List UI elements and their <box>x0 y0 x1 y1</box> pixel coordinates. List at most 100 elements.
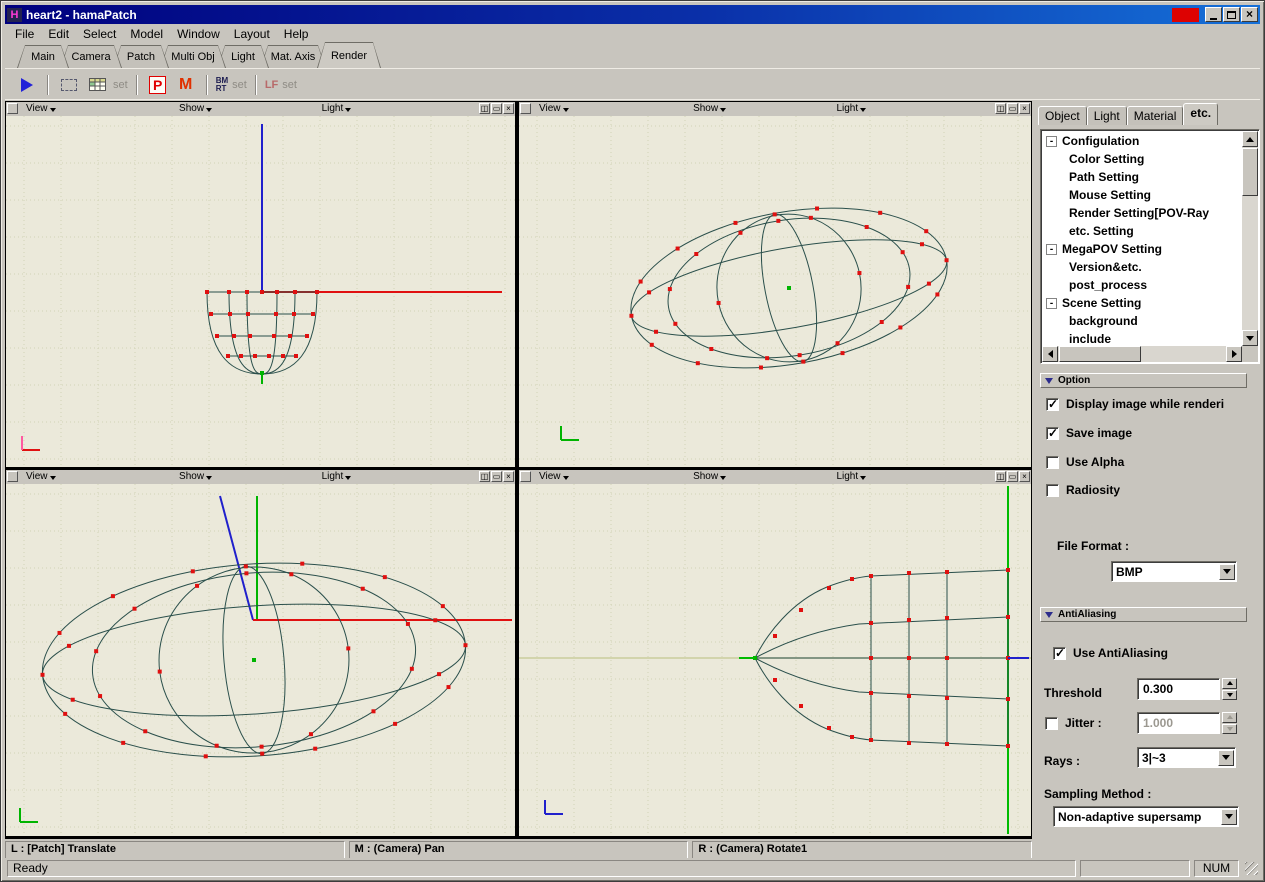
scroll-up-button[interactable] <box>1242 131 1258 147</box>
spin-up-button[interactable] <box>1222 678 1237 689</box>
viewport-split-button[interactable]: ◫ <box>479 103 490 114</box>
jitter-input[interactable]: 1.000 <box>1137 712 1220 734</box>
dropdown-button[interactable] <box>1219 564 1235 580</box>
tree-item-background[interactable]: background <box>1043 312 1242 330</box>
file-format-select[interactable]: BMP <box>1111 561 1237 582</box>
viewport-maximize-button[interactable]: ▭ <box>1007 471 1018 482</box>
tree-item-color-setting[interactable]: Color Setting <box>1043 150 1242 168</box>
viewport-close-button[interactable]: × <box>503 103 514 114</box>
panel-tab-etc[interactable]: etc. <box>1183 103 1218 125</box>
viewport-show-menu[interactable]: Show <box>179 102 212 115</box>
viewport-show-menu[interactable]: Show <box>179 470 212 483</box>
tree-item-include[interactable]: include <box>1043 330 1242 346</box>
viewport-view-menu[interactable]: View <box>26 470 56 483</box>
viewport-light-menu[interactable]: Light <box>836 470 866 483</box>
tree-item-version-etc-[interactable]: Version&etc. <box>1043 258 1242 276</box>
checkbox[interactable] <box>1046 398 1059 411</box>
spin-down-button[interactable] <box>1222 724 1237 735</box>
tab-camera[interactable]: Camera <box>60 45 122 68</box>
dropdown-button[interactable] <box>1218 750 1234 766</box>
menu-item-window[interactable]: Window <box>170 26 227 42</box>
scroll-left-button[interactable] <box>1042 346 1058 362</box>
title-bar[interactable]: H heart2 - hamaPatch × <box>5 5 1260 24</box>
viewport-split-button[interactable]: ◫ <box>995 103 1006 114</box>
menu-item-layout[interactable]: Layout <box>227 26 277 42</box>
tree-item-path-setting[interactable]: Path Setting <box>1043 168 1242 186</box>
tree-vertical-scrollbar[interactable] <box>1242 131 1258 346</box>
viewport-light-menu[interactable]: Light <box>836 102 866 115</box>
spin-up-button[interactable] <box>1222 712 1237 723</box>
checkbox[interactable] <box>1046 427 1059 440</box>
checkbox[interactable] <box>1046 484 1059 497</box>
lf-button[interactable]: LF <box>265 79 278 91</box>
viewport-canvas-front[interactable] <box>6 116 515 467</box>
tree-expander-icon[interactable]: - <box>1046 244 1057 255</box>
viewport-show-menu[interactable]: Show <box>693 102 726 115</box>
tab-multi-obj[interactable]: Multi Obj <box>160 45 226 68</box>
render-start-button[interactable] <box>15 74 39 96</box>
viewport-mode-button[interactable] <box>520 471 531 482</box>
tab-render[interactable]: Render <box>317 42 381 68</box>
viewport-canvas-top[interactable] <box>6 484 515 836</box>
megapov-button[interactable]: M <box>174 74 198 96</box>
bm-rt-button[interactable]: BM RT <box>216 77 228 93</box>
dropdown-button[interactable] <box>1221 809 1237 825</box>
checkbox[interactable] <box>1046 456 1059 469</box>
set-label-3[interactable]: set <box>282 79 297 91</box>
panel-tab-object[interactable]: Object <box>1038 106 1087 125</box>
viewport-show-menu[interactable]: Show <box>693 470 726 483</box>
menu-item-model[interactable]: Model <box>123 26 170 42</box>
minimize-button[interactable] <box>1205 7 1222 22</box>
viewport-maximize-button[interactable]: ▭ <box>491 103 502 114</box>
viewport-mode-button[interactable] <box>520 103 531 114</box>
rays-select[interactable]: 3|~3 <box>1137 747 1236 768</box>
tree-item-etc-setting[interactable]: etc. Setting <box>1043 222 1242 240</box>
viewport-mode-button[interactable] <box>7 471 18 482</box>
tree-item-configulation[interactable]: -Configulation <box>1043 132 1242 150</box>
viewport-view-menu[interactable]: View <box>26 102 56 115</box>
scroll-right-button[interactable] <box>1226 346 1242 362</box>
viewport-view-menu[interactable]: View <box>539 470 569 483</box>
jitter-checkbox[interactable] <box>1045 717 1058 730</box>
close-button[interactable]: × <box>1241 7 1258 22</box>
tree-expander-icon[interactable]: - <box>1046 136 1057 147</box>
antialiasing-section-header[interactable]: AntiAliasing <box>1040 607 1247 622</box>
resize-grip[interactable] <box>1245 862 1258 875</box>
vertical-scroll-thumb[interactable] <box>1242 148 1258 196</box>
tree-item-scene-setting[interactable]: -Scene Setting <box>1043 294 1242 312</box>
menu-item-file[interactable]: File <box>8 26 41 42</box>
panel-tab-material[interactable]: Material <box>1127 106 1184 125</box>
spin-down-button[interactable] <box>1222 690 1237 701</box>
viewport-light-menu[interactable]: Light <box>322 470 352 483</box>
panel-tab-light[interactable]: Light <box>1087 106 1127 125</box>
viewport-split-button[interactable]: ◫ <box>479 471 490 482</box>
tab-patch[interactable]: Patch <box>113 45 169 68</box>
viewport-canvas-side[interactable] <box>519 484 1031 836</box>
tab-mat-axis[interactable]: Mat. Axis <box>260 45 326 68</box>
menu-item-select[interactable]: Select <box>76 26 123 42</box>
option-section-header[interactable]: Option <box>1040 373 1247 388</box>
threshold-input[interactable]: 0.300 <box>1137 678 1220 700</box>
viewport-close-button[interactable]: × <box>503 471 514 482</box>
tree-item-mouse-setting[interactable]: Mouse Setting <box>1043 186 1242 204</box>
set-label-2[interactable]: set <box>232 79 247 91</box>
use-antialiasing-checkbox[interactable] <box>1053 647 1066 660</box>
scroll-down-button[interactable] <box>1242 330 1258 346</box>
viewport-view-menu[interactable]: View <box>539 102 569 115</box>
tree-item-render-setting-pov-ray[interactable]: Render Setting[POV-Ray <box>1043 204 1242 222</box>
tree-item-megapov-setting[interactable]: -MegaPOV Setting <box>1043 240 1242 258</box>
viewport-maximize-button[interactable]: ▭ <box>491 471 502 482</box>
viewport-canvas-perspective[interactable] <box>519 116 1031 467</box>
horizontal-scroll-thumb[interactable] <box>1059 346 1141 362</box>
maximize-button[interactable] <box>1223 7 1240 22</box>
tree-horizontal-scrollbar[interactable] <box>1042 346 1242 362</box>
tab-main[interactable]: Main <box>17 45 69 68</box>
viewport-mode-button[interactable] <box>7 103 18 114</box>
viewport-split-button[interactable]: ◫ <box>995 471 1006 482</box>
viewport-maximize-button[interactable]: ▭ <box>1007 103 1018 114</box>
patch-grid-button[interactable] <box>85 74 109 96</box>
viewport-close-button[interactable]: × <box>1019 471 1030 482</box>
viewport-light-menu[interactable]: Light <box>322 102 352 115</box>
tree-item-post-process[interactable]: post_process <box>1043 276 1242 294</box>
menu-item-edit[interactable]: Edit <box>41 26 76 42</box>
